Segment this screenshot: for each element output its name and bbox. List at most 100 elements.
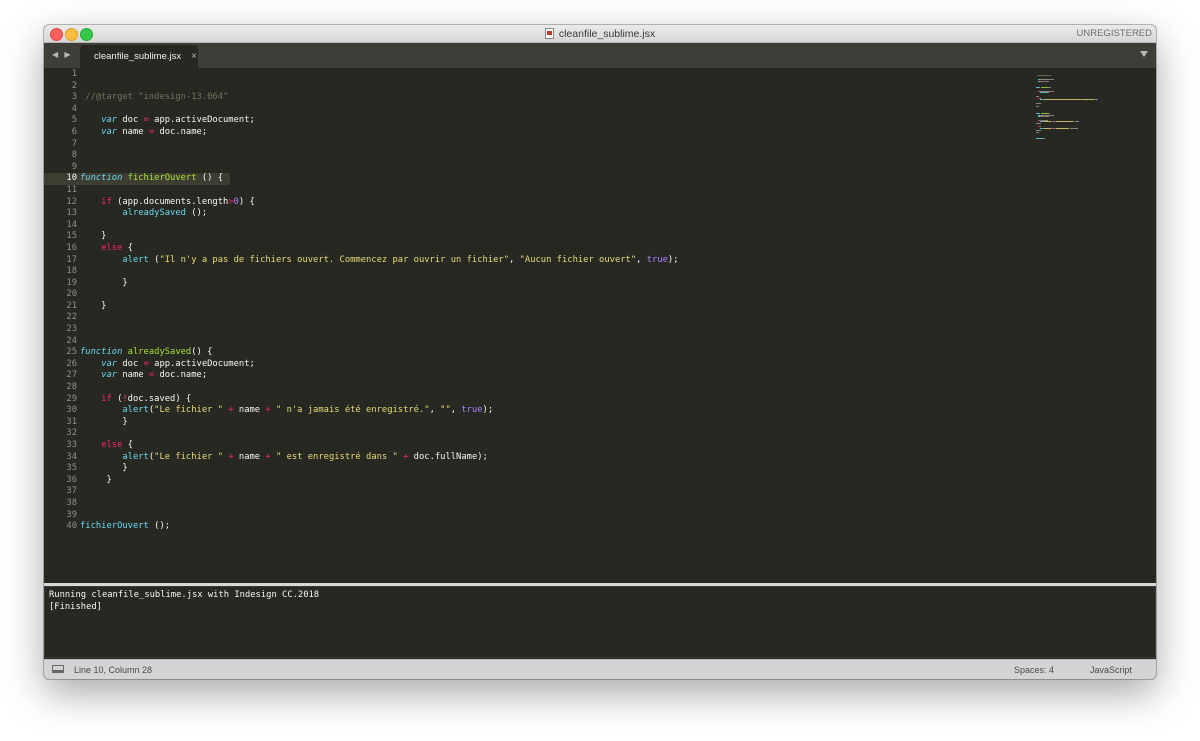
syntax-selector[interactable]: JavaScript (1090, 665, 1132, 675)
code-token: ( (111, 393, 123, 404)
line-number: 4 (71, 103, 77, 114)
code-token: app.activeDocument; (148, 115, 255, 126)
code-line[interactable]: alert("Le fichier " + name + " est enreg… (80, 452, 1026, 464)
code-token: , (509, 254, 520, 265)
code-line[interactable]: var name = doc.name; (80, 370, 1026, 382)
code-line[interactable] (80, 510, 1026, 522)
code-token: //@target "indesign-13.064" (85, 92, 229, 103)
file-icon (544, 28, 554, 39)
code-token: name (117, 370, 149, 381)
code-line[interactable]: //@target "indesign-13.064" (80, 92, 1026, 104)
code-line[interactable]: else { (80, 440, 1026, 452)
code-line[interactable]: alert("Le fichier " + name + " n'a jamai… (80, 405, 1026, 417)
panel-toggle-icon[interactable] (52, 665, 64, 673)
minimap-stroke (1043, 138, 1046, 140)
code-token: alreadySaved (122, 208, 186, 219)
code-line[interactable] (80, 486, 1026, 498)
code-line[interactable] (80, 336, 1026, 348)
code-line[interactable] (80, 382, 1026, 394)
tab-cleanfile[interactable]: cleanfile_sublime.jsx × (80, 45, 198, 68)
line-number: 6 (71, 126, 77, 137)
code-line[interactable] (80, 150, 1026, 162)
line-number: 20 (66, 289, 77, 300)
minimap-stroke (1040, 92, 1047, 94)
code-line[interactable]: var name = doc.name; (80, 127, 1026, 139)
line-number: 38 (66, 497, 77, 508)
code-token: function (80, 173, 123, 184)
code-token: " est enregistré dans " (275, 451, 398, 462)
indentation-setting[interactable]: Spaces: 4 (1014, 665, 1054, 675)
code-area[interactable]: //@target "indesign-13.064" var doc = ap… (77, 69, 1026, 533)
code-line[interactable] (80, 69, 1026, 81)
line-number: 11 (66, 184, 77, 195)
code-line[interactable] (80, 324, 1026, 336)
minimap-stroke (1043, 80, 1050, 82)
code-line[interactable] (80, 289, 1026, 301)
line-number-gutter: 1 2 3 4 5 6 7 8 9 10 11 12 13 14 15 16 17 18 19 20 21 22 23 24 2… (44, 69, 77, 533)
code-token: "Le fichier " (154, 405, 224, 416)
code-token: doc.name; (154, 370, 208, 381)
tab-dropdown-icon[interactable] (1140, 51, 1148, 57)
code-line[interactable] (80, 266, 1026, 278)
code-line[interactable]: if (!doc.saved) { (80, 394, 1026, 406)
code-line[interactable]: var doc = app.activeDocument; (80, 359, 1026, 371)
code-token: name (233, 405, 266, 416)
line-number: 31 (66, 416, 77, 427)
code-line[interactable]: alert ("Il n'y a pas de fichiers ouvert.… (80, 255, 1026, 267)
code-token: app.activeDocument; (148, 358, 255, 369)
code-line[interactable]: } (80, 301, 1026, 313)
code-line[interactable]: alreadySaved (); (80, 208, 1026, 220)
code-line[interactable]: function alreadySaved() { (80, 347, 1026, 359)
code-editor[interactable]: 1 2 3 4 5 6 7 8 9 10 11 12 13 14 15 16 17 18 19 20 21 22 23 24 2… (44, 68, 1156, 584)
minimap-stroke (1036, 123, 1041, 124)
code-line[interactable] (80, 81, 1026, 93)
code-line[interactable] (80, 162, 1026, 174)
line-number: 9 (71, 161, 77, 172)
minimap-stroke (1097, 99, 1099, 101)
code-line[interactable]: var doc = app.activeDocument; (80, 115, 1026, 127)
code-line[interactable] (80, 312, 1026, 324)
code-line[interactable]: } (80, 417, 1026, 429)
minimap-stroke (1043, 116, 1050, 118)
code-line[interactable]: } (80, 231, 1026, 243)
code-token: var (101, 370, 118, 381)
line-number: 24 (66, 335, 77, 346)
code-line[interactable] (80, 104, 1026, 116)
minimap-stroke (1047, 92, 1050, 94)
line-number: 2 (71, 80, 77, 91)
cursor-position[interactable]: Line 10, Column 28 (74, 665, 152, 675)
tab-close-icon[interactable]: × (191, 51, 197, 62)
code-line[interactable] (80, 220, 1026, 232)
minimap[interactable] (1036, 72, 1126, 142)
console-line: Running cleanfile_sublime.jsx with Indes… (49, 590, 320, 600)
code-line[interactable]: fichierOuvert (); (80, 521, 1026, 533)
code-line[interactable]: if (app.documents.length>0) { (80, 197, 1026, 209)
code-line[interactable]: } (80, 463, 1026, 475)
code-token: alert (122, 254, 149, 265)
line-number: 27 (66, 370, 77, 381)
code-line[interactable] (80, 498, 1026, 510)
code-token: doc.name; (154, 126, 208, 137)
tab-nav-arrows-icon[interactable]: ◀ ▶ (52, 50, 73, 59)
code-token: doc (117, 358, 144, 369)
code-line[interactable]: function fichierOuvert () { (77, 173, 230, 185)
line-number: 16 (66, 242, 77, 253)
line-number: 12 (66, 196, 77, 207)
minimap-stroke (1036, 106, 1039, 107)
code-token: name (117, 126, 149, 137)
code-token: } (80, 231, 107, 242)
code-line[interactable]: else { (80, 243, 1026, 255)
code-line[interactable] (80, 185, 1026, 197)
code-line[interactable]: } (80, 278, 1026, 290)
code-token: var (101, 358, 118, 369)
window-title: cleanfile_sublime.jsx (558, 27, 656, 40)
minimap-stroke (1036, 75, 1052, 77)
code-line[interactable]: } (80, 475, 1026, 487)
line-number: 21 (66, 300, 77, 311)
code-line[interactable] (80, 139, 1026, 151)
code-line[interactable] (80, 428, 1026, 440)
